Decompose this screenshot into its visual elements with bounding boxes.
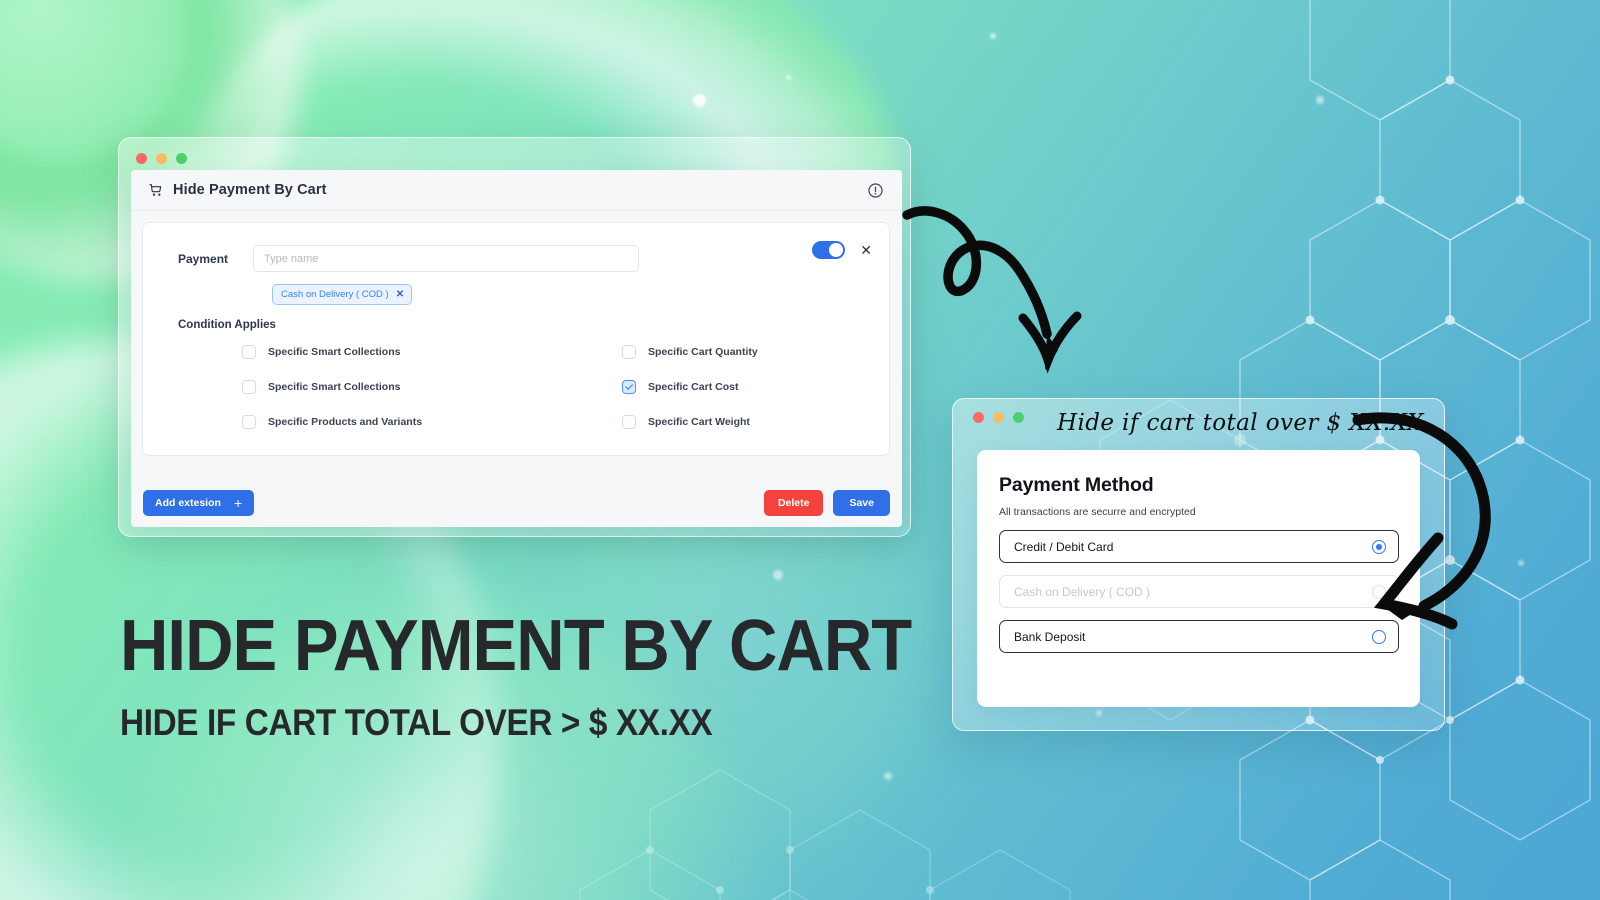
- checkbox-specific-cart-quantity[interactable]: [622, 345, 636, 359]
- payment-method-title: Payment Method: [999, 474, 1154, 496]
- radio-unselected-icon[interactable]: [1372, 629, 1386, 644]
- sparkle-dot: [773, 570, 783, 580]
- alert-circle-icon[interactable]: [867, 182, 884, 199]
- close-icon[interactable]: ✕: [396, 289, 404, 300]
- condition-label: Specific Smart Collections: [268, 346, 401, 358]
- condition-item[interactable]: Specific Smart Collections: [242, 345, 622, 359]
- payment-option-credit-debit-card[interactable]: Credit / Debit Card: [999, 530, 1399, 563]
- promo-subheadline: HIDE IF CART TOTAL OVER > $ XX.XX: [120, 702, 713, 743]
- window-traffic-lights: [136, 153, 187, 164]
- payment-option-label: Bank Deposit: [1014, 629, 1086, 644]
- payment-name-input[interactable]: [253, 245, 639, 272]
- payment-method-card: Payment Method All transactions are secu…: [977, 450, 1420, 707]
- enable-toggle[interactable]: [812, 241, 846, 259]
- payment-chip[interactable]: Cash on Delivery ( COD ) ✕: [272, 284, 413, 305]
- checkbox-specific-smart-collections-2[interactable]: [242, 380, 256, 394]
- promo-headline: HIDE PAYMENT BY CART: [120, 606, 912, 686]
- checkbox-specific-cart-weight[interactable]: [622, 415, 636, 429]
- payment-option-cash-on-delivery: Cash on Delivery ( COD ): [999, 575, 1399, 608]
- condition-label: Specific Cart Weight: [648, 416, 750, 428]
- close-icon[interactable]: ✕: [860, 243, 872, 257]
- condition-checkbox-grid: Specific Smart Collections Specific Cart…: [242, 345, 869, 429]
- payment-chip-label: Cash on Delivery ( COD ): [281, 289, 389, 300]
- close-traffic-light[interactable]: [136, 153, 147, 164]
- checkbox-specific-cart-cost[interactable]: [622, 380, 636, 394]
- condition-label: Specific Smart Collections: [268, 381, 401, 393]
- shopping-cart-icon: [148, 182, 164, 198]
- save-button[interactable]: Save: [833, 490, 890, 516]
- condition-applies-label: Condition Applies: [178, 319, 276, 331]
- panel-header: Hide Payment By Cart: [131, 170, 902, 211]
- payment-method-subtitle: All transactions are securre and encrypt…: [999, 506, 1196, 518]
- footer-actions: Delete Save: [763, 490, 890, 516]
- checkbox-specific-products-and-variants[interactable]: [242, 415, 256, 429]
- panel-footer: Add extesion + Delete Save: [143, 490, 890, 516]
- maximize-traffic-light[interactable]: [1013, 412, 1024, 423]
- sparkle-dot: [990, 33, 996, 39]
- condition-item[interactable]: Specific Cart Cost: [622, 380, 869, 394]
- condition-label: Specific Products and Variants: [268, 416, 423, 428]
- condition-item[interactable]: Specific Cart Weight: [622, 415, 869, 429]
- checkbox-specific-smart-collections-1[interactable]: [242, 345, 256, 359]
- delete-button[interactable]: Delete: [763, 490, 824, 516]
- payment-option-label: Cash on Delivery ( COD ): [1014, 584, 1151, 599]
- payment-option-bank-deposit[interactable]: Bank Deposit: [999, 620, 1399, 653]
- payment-label: Payment: [178, 251, 229, 266]
- hide-payment-panel: Hide Payment By Cart ✕ Payment Cash on D…: [131, 170, 902, 527]
- minimize-traffic-light[interactable]: [993, 412, 1004, 423]
- radio-disabled-icon: [1372, 584, 1386, 599]
- radio-selected-icon[interactable]: [1372, 539, 1386, 554]
- condition-item[interactable]: Specific Products and Variants: [242, 415, 622, 429]
- close-traffic-light[interactable]: [973, 412, 984, 423]
- add-extension-button[interactable]: Add extesion +: [143, 490, 255, 516]
- sparkle-dot: [1518, 560, 1524, 566]
- sparkle-dot: [693, 94, 706, 107]
- page-title: Hide Payment By Cart: [173, 182, 327, 198]
- maximize-traffic-light[interactable]: [176, 153, 187, 164]
- payment-option-label: Credit / Debit Card: [1014, 539, 1114, 554]
- window-traffic-lights: [973, 412, 1024, 423]
- condition-label: Specific Cart Quantity: [648, 346, 758, 358]
- card-controls: ✕: [812, 241, 872, 259]
- handwritten-annotation: Hide if cart total over $ XX.XX: [1057, 410, 1425, 436]
- condition-item[interactable]: Specific Cart Quantity: [622, 345, 869, 359]
- sparkle-dot: [786, 75, 791, 80]
- sparkle-dot: [884, 772, 892, 780]
- condition-item[interactable]: Specific Smart Collections: [242, 380, 622, 394]
- extension-card: ✕ Payment Cash on Delivery ( COD ) ✕ Con…: [142, 222, 890, 456]
- green-blob-top-left-inner: [0, 0, 190, 160]
- plus-icon: +: [233, 495, 243, 511]
- condition-label: Specific Cart Cost: [648, 381, 739, 393]
- minimize-traffic-light[interactable]: [156, 153, 167, 164]
- sparkle-dot: [1316, 96, 1324, 104]
- right-browser-window: Hide if cart total over $ XX.XX Payment …: [952, 398, 1445, 731]
- add-extension-label: Add extesion: [155, 497, 221, 509]
- payment-row: Payment: [178, 245, 869, 272]
